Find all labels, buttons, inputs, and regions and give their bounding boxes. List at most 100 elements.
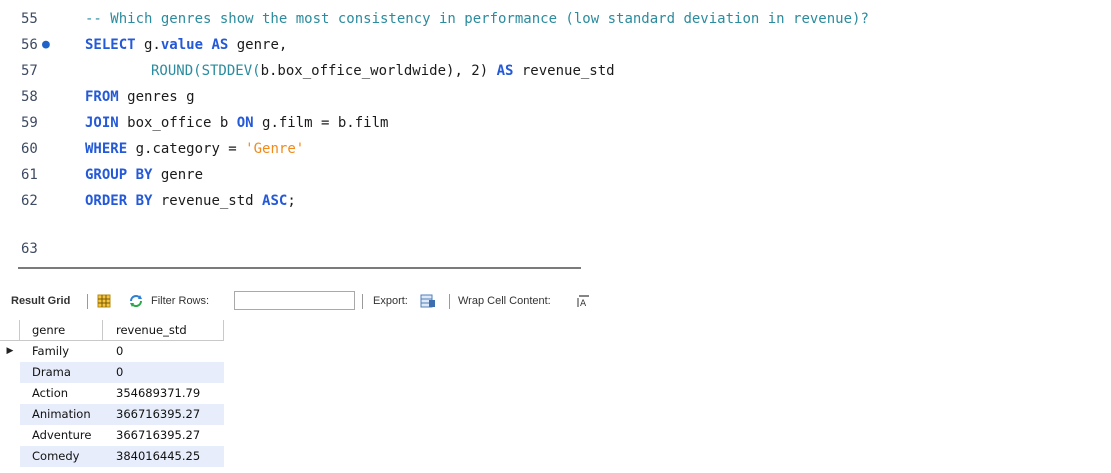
line-number-gutter: 57 <box>0 58 62 84</box>
sql-keyword: JOIN <box>85 115 119 131</box>
cell-genre[interactable]: Comedy <box>20 446 103 467</box>
line-number: 61 <box>21 167 38 183</box>
svg-text:A: A <box>580 299 587 308</box>
cell-genre[interactable]: Family <box>20 341 103 362</box>
sql-text: genre <box>152 167 204 183</box>
code-text: WHERE g.category = 'Genre' <box>85 136 304 162</box>
line-number: 62 <box>21 193 38 209</box>
filter-rows-label: Filter Rows: <box>151 295 210 307</box>
cell-genre[interactable]: Animation <box>20 404 103 425</box>
code-line[interactable]: 56 ● SELECT g.value AS genre, <box>0 32 1111 58</box>
sql-text: g.category = <box>127 141 246 157</box>
line-number-gutter: 58 <box>0 84 62 110</box>
code-text: ORDER BY revenue_std ASC; <box>85 188 296 214</box>
code-text: GROUP BY genre <box>85 162 203 188</box>
line-number-gutter: 63 <box>0 241 62 258</box>
sql-text: g. <box>135 37 161 53</box>
row-selector[interactable] <box>0 404 20 425</box>
result-grid-tab[interactable]: Result Grid <box>11 289 70 314</box>
editor-horizontal-scrollbar[interactable] <box>18 267 581 269</box>
sql-text: genres g <box>118 89 195 105</box>
sql-keyword: WHERE <box>85 141 128 157</box>
table-row[interactable]: Adventure 366716395.27 <box>0 425 224 446</box>
row-selector[interactable] <box>0 425 20 446</box>
code-text: ROUND(STDDEV(b.box_office_worldwide), 2)… <box>151 58 615 84</box>
sql-keyword: GROUP BY <box>85 167 153 183</box>
code-line[interactable]: 62 ORDER BY revenue_std ASC; <box>0 188 1111 214</box>
filter-refresh-icon[interactable] <box>128 294 142 308</box>
sql-text: ; <box>287 193 296 209</box>
cell-genre[interactable]: Adventure <box>20 425 103 446</box>
sql-keyword: ORDER BY <box>85 193 153 209</box>
wrap-cell-content-label: Wrap Cell Content: <box>458 295 551 307</box>
sql-keyword: value <box>160 37 204 53</box>
cell-revenue-std[interactable]: 366716395.27 <box>103 425 224 446</box>
sql-keyword: AS <box>211 37 229 53</box>
code-line-partial: 63 <box>0 241 1111 258</box>
code-line[interactable]: 55 -- Which genres show the most consiste… <box>0 6 1111 32</box>
code-text: -- Which genres show the most consistenc… <box>85 6 869 32</box>
cell-revenue-std[interactable]: 0 <box>103 362 224 383</box>
sql-string: 'Genre' <box>245 141 305 157</box>
code-text: JOIN box_office b ON g.film = b.film <box>85 110 388 136</box>
sql-keyword: ASC <box>262 193 288 209</box>
toolbar-separator <box>449 294 450 309</box>
row-selector[interactable] <box>0 383 20 404</box>
line-number: 60 <box>21 141 38 157</box>
sql-comment: ROUND(STDDEV( <box>151 63 261 79</box>
code-text: SELECT g.value AS genre, <box>85 32 287 58</box>
sql-text: g.film = b.film <box>253 115 389 131</box>
row-selector[interactable] <box>0 446 20 467</box>
column-header-revenue-std[interactable]: revenue_std <box>103 320 224 341</box>
result-toolbar: Result Grid Filter Rows: Export: Wrap Ce… <box>0 289 1111 314</box>
cell-genre[interactable]: Drama <box>20 362 103 383</box>
toolbar-separator <box>362 294 363 309</box>
line-number: 56 <box>21 37 38 53</box>
code-text: FROM genres g <box>85 84 195 110</box>
current-row-pointer-icon[interactable]: ▶ <box>0 341 20 362</box>
code-line[interactable]: 61 GROUP BY genre <box>0 162 1111 188</box>
line-number-gutter: 59 <box>0 110 62 136</box>
toolbar-separator <box>87 294 88 309</box>
line-number-gutter: 60 <box>0 136 62 162</box>
column-header-genre[interactable]: genre <box>20 320 103 341</box>
code-line[interactable]: 59 JOIN box_office b ON g.film = b.film <box>0 110 1111 136</box>
cell-revenue-std[interactable]: 366716395.27 <box>103 404 224 425</box>
export-icon[interactable] <box>420 294 435 308</box>
grid-header-row: genre revenue_std <box>0 320 224 341</box>
table-row[interactable]: Action 354689371.79 <box>0 383 224 404</box>
wrap-text-icon[interactable]: A <box>577 295 591 309</box>
row-header-corner <box>0 320 20 341</box>
sql-text: box_office b <box>118 115 237 131</box>
code-line[interactable]: 58 FROM genres g <box>0 84 1111 110</box>
filter-rows-input[interactable] <box>234 291 355 310</box>
code-line[interactable]: 57 ROUND(STDDEV(b.box_office_worldwide), … <box>0 58 1111 84</box>
cell-revenue-std[interactable]: 384016445.25 <box>103 446 224 467</box>
line-number: 58 <box>21 89 38 105</box>
sql-text: genre, <box>228 37 288 53</box>
cell-genre[interactable]: Action <box>20 383 103 404</box>
code-line[interactable]: 60 WHERE g.category = 'Genre' <box>0 136 1111 162</box>
line-number-gutter: 55 <box>0 6 62 32</box>
cell-revenue-std[interactable]: 354689371.79 <box>103 383 224 404</box>
table-row[interactable]: Animation 366716395.27 <box>0 404 224 425</box>
table-row[interactable]: Comedy 384016445.25 <box>0 446 224 467</box>
table-row[interactable]: Drama 0 <box>0 362 224 383</box>
sql-text: revenue_std <box>152 193 263 209</box>
grid-layout-icon[interactable] <box>97 294 111 308</box>
sql-comment: -- Which genres show the most consistenc… <box>85 11 869 27</box>
sql-keyword: ON <box>236 115 254 131</box>
sql-keyword: SELECT <box>85 37 136 53</box>
sql-editor[interactable]: 55 -- Which genres show the most consiste… <box>0 0 1111 258</box>
cell-revenue-std[interactable]: 0 <box>103 341 224 362</box>
table-row[interactable]: ▶ Family 0 <box>0 341 224 362</box>
sql-text: revenue_std <box>513 63 615 79</box>
row-selector[interactable] <box>0 362 20 383</box>
line-number: 63 <box>21 241 38 257</box>
export-label: Export: <box>373 295 408 307</box>
line-number: 55 <box>21 11 38 27</box>
line-number: 57 <box>21 63 38 79</box>
statement-marker-icon: ● <box>42 37 50 52</box>
line-number-gutter: 61 <box>0 162 62 188</box>
line-number: 59 <box>21 115 38 131</box>
